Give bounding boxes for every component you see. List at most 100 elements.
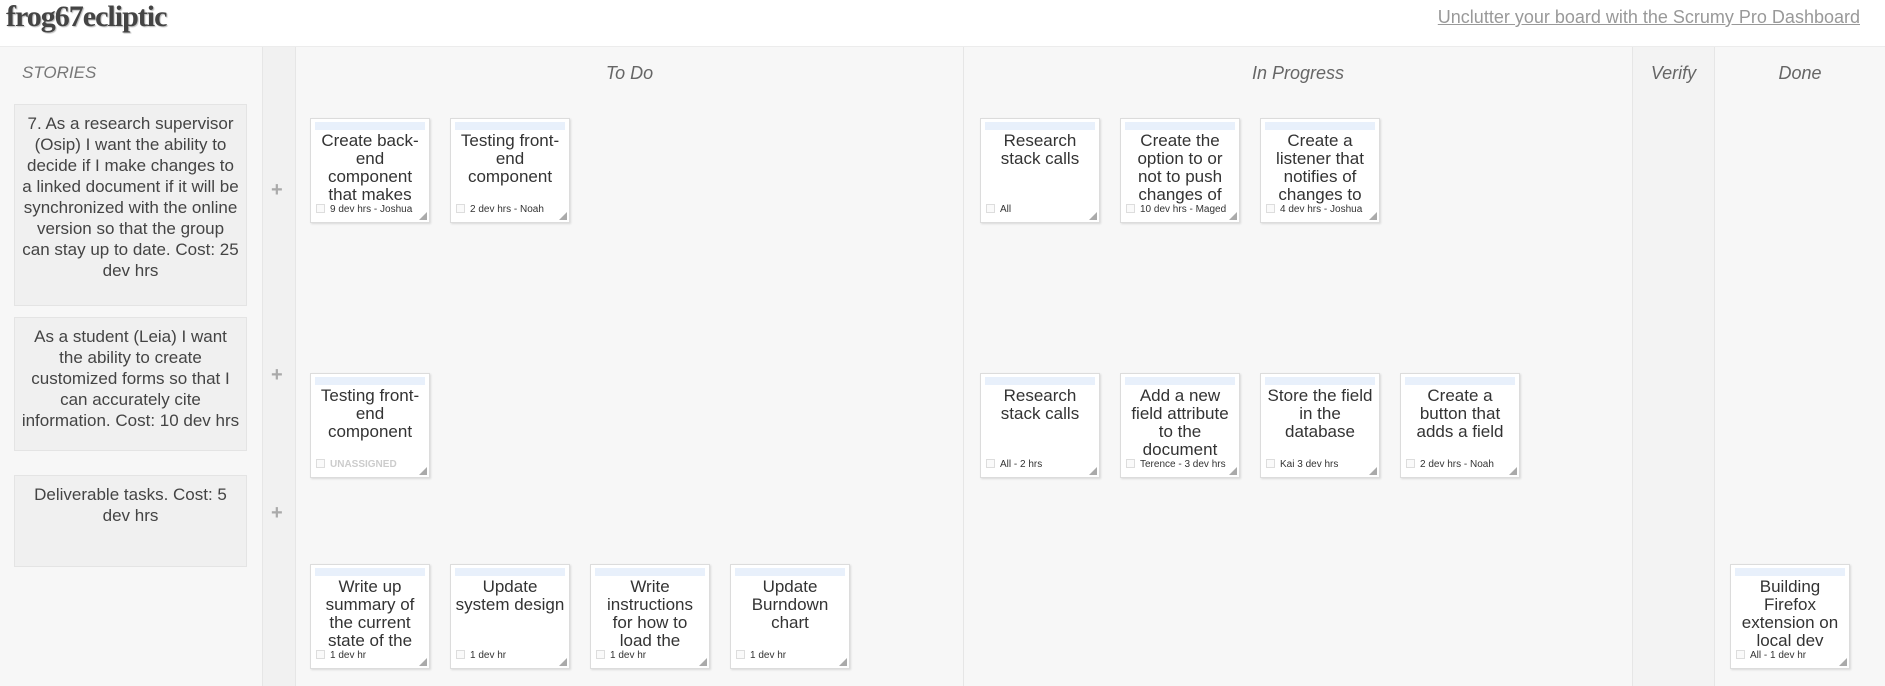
verify-header: Verify bbox=[1650, 63, 1697, 83]
task-assignee[interactable]: All - 1 dev hr bbox=[1750, 646, 1837, 666]
task-title: Write up summary of the current state of… bbox=[325, 578, 415, 650]
task-assignee[interactable]: UNASSIGNED bbox=[330, 455, 417, 475]
resize-grip-icon[interactable] bbox=[699, 658, 707, 666]
task-checkbox[interactable] bbox=[316, 650, 325, 659]
task-card[interactable]: Write instructions for how to load the p… bbox=[590, 564, 710, 669]
in-progress-header: In Progress bbox=[1251, 63, 1345, 83]
task-assignee[interactable]: 4 dev hrs - Joshua bbox=[1280, 200, 1367, 220]
task-card[interactable]: Research stack calls All - 2 hrs bbox=[980, 373, 1100, 478]
task-assignee[interactable]: All - 2 hrs bbox=[1000, 455, 1087, 475]
resize-grip-icon[interactable] bbox=[1089, 467, 1097, 475]
task-assignee[interactable]: 2 dev hrs - Noah bbox=[470, 200, 557, 220]
stories-column: STORIES 7. As a research supervisor (Osi… bbox=[0, 47, 263, 686]
todo-header: To Do bbox=[605, 63, 654, 83]
card-header-strip bbox=[1125, 377, 1235, 385]
task-card[interactable]: Create the option to or not to push chan… bbox=[1120, 118, 1240, 223]
story-text: 7. As a research supervisor (Osip) I wan… bbox=[22, 114, 239, 280]
task-checkbox[interactable] bbox=[1126, 459, 1135, 468]
card-header-strip bbox=[315, 377, 425, 385]
pro-dashboard-link[interactable]: Unclutter your board with the Scrumy Pro… bbox=[1438, 7, 1860, 28]
task-checkbox[interactable] bbox=[1406, 459, 1415, 468]
card-header-strip bbox=[1735, 568, 1845, 576]
task-title: Store the field in the database bbox=[1267, 387, 1373, 441]
resize-grip-icon[interactable] bbox=[419, 658, 427, 666]
task-card[interactable]: Testing front-end component 2 dev hrs - N… bbox=[450, 118, 570, 223]
resize-grip-icon[interactable] bbox=[1089, 212, 1097, 220]
card-header-strip bbox=[1125, 122, 1235, 130]
task-assignee[interactable]: 1 dev hr bbox=[470, 646, 557, 666]
task-checkbox[interactable] bbox=[316, 204, 325, 213]
task-checkbox[interactable] bbox=[456, 204, 465, 213]
task-card[interactable]: Add a new field attribute to the documen… bbox=[1120, 373, 1240, 478]
resize-grip-icon[interactable] bbox=[1509, 467, 1517, 475]
card-header-strip bbox=[1265, 377, 1375, 385]
add-task-button[interactable]: + bbox=[271, 502, 283, 525]
task-assignee[interactable]: Kai 3 dev hrs bbox=[1280, 455, 1367, 475]
task-card[interactable]: Write up summary of the current state of… bbox=[310, 564, 430, 669]
task-card[interactable]: Update Burndown chart 1 dev hr bbox=[730, 564, 850, 669]
task-checkbox[interactable] bbox=[456, 650, 465, 659]
task-checkbox[interactable] bbox=[1736, 650, 1745, 659]
stories-header: STORIES bbox=[22, 63, 97, 82]
task-title: Add a new field attribute to the documen… bbox=[1131, 387, 1229, 459]
task-title: Update system design bbox=[455, 578, 565, 614]
task-assignee[interactable]: All bbox=[1000, 200, 1087, 220]
task-checkbox[interactable] bbox=[1266, 459, 1275, 468]
story-text: Deliverable tasks. Cost: 5 dev hrs bbox=[34, 485, 227, 525]
resize-grip-icon[interactable] bbox=[1229, 467, 1237, 475]
resize-grip-icon[interactable] bbox=[839, 658, 847, 666]
resize-grip-icon[interactable] bbox=[419, 212, 427, 220]
card-header-strip bbox=[985, 122, 1095, 130]
task-checkbox[interactable] bbox=[596, 650, 605, 659]
task-card[interactable]: Create back-end component that makes 9 de… bbox=[310, 118, 430, 223]
task-card[interactable]: Create a button that adds a field 2 dev h… bbox=[1400, 373, 1520, 478]
story-card[interactable]: As a student (Leia) I want the ability t… bbox=[14, 317, 247, 451]
task-card[interactable]: Testing front-end component UNASSIGNED bbox=[310, 373, 430, 478]
task-title: Create a button that adds a field bbox=[1416, 387, 1504, 441]
task-assignee[interactable]: 2 dev hrs - Noah bbox=[1420, 455, 1507, 475]
task-card[interactable]: Create a listener that notifies of chang… bbox=[1260, 118, 1380, 223]
task-assignee[interactable]: 9 dev hrs - Joshua bbox=[330, 200, 417, 220]
task-checkbox[interactable] bbox=[986, 204, 995, 213]
resize-grip-icon[interactable] bbox=[559, 658, 567, 666]
task-checkbox[interactable] bbox=[736, 650, 745, 659]
task-card[interactable]: Research stack calls All bbox=[980, 118, 1100, 223]
resize-grip-icon[interactable] bbox=[1229, 212, 1237, 220]
task-assignee[interactable]: 1 dev hr bbox=[750, 646, 837, 666]
task-checkbox[interactable] bbox=[1266, 204, 1275, 213]
task-title: Create the option to or not to push chan… bbox=[1137, 132, 1223, 204]
add-task-button[interactable]: + bbox=[271, 179, 283, 202]
task-card[interactable]: Update system design 1 dev hr bbox=[450, 564, 570, 669]
task-title: Research stack calls bbox=[1000, 387, 1080, 423]
task-title: Write instructions for how to load the p… bbox=[607, 578, 693, 652]
resize-grip-icon[interactable] bbox=[1839, 658, 1847, 666]
card-header-strip bbox=[595, 568, 705, 576]
task-title: Create a listener that notifies of chang… bbox=[1276, 132, 1364, 204]
resize-grip-icon[interactable] bbox=[1369, 212, 1377, 220]
task-assignee[interactable]: 1 dev hr bbox=[330, 646, 417, 666]
resize-grip-icon[interactable] bbox=[419, 467, 427, 475]
task-checkbox[interactable] bbox=[986, 459, 995, 468]
task-checkbox[interactable] bbox=[316, 459, 325, 468]
task-card[interactable]: Building Firefox extension on local dev A… bbox=[1730, 564, 1850, 669]
add-task-button[interactable]: + bbox=[271, 364, 283, 387]
card-header-strip bbox=[1265, 122, 1375, 130]
scrum-board: STORIES 7. As a research supervisor (Osi… bbox=[0, 47, 1885, 686]
resize-grip-icon[interactable] bbox=[1369, 467, 1377, 475]
task-title: Create back-end component that makes bbox=[321, 132, 419, 204]
board-name[interactable]: frog67ecliptic bbox=[6, 0, 167, 34]
resize-grip-icon[interactable] bbox=[559, 212, 567, 220]
card-header-strip bbox=[985, 377, 1095, 385]
task-assignee[interactable]: Terence - 3 dev hrs bbox=[1140, 455, 1227, 475]
task-title: Research stack calls bbox=[1000, 132, 1080, 168]
task-assignee[interactable]: 1 dev hr bbox=[610, 646, 697, 666]
task-assignee[interactable]: 10 dev hrs - Maged bbox=[1140, 200, 1227, 220]
task-card[interactable]: Store the field in the database Kai 3 dev… bbox=[1260, 373, 1380, 478]
story-card[interactable]: 7. As a research supervisor (Osip) I wan… bbox=[14, 104, 247, 306]
card-header-strip bbox=[315, 122, 425, 130]
task-checkbox[interactable] bbox=[1126, 204, 1135, 213]
card-header-strip bbox=[1405, 377, 1515, 385]
done-header: Done bbox=[1778, 63, 1822, 83]
story-card[interactable]: Deliverable tasks. Cost: 5 dev hrs bbox=[14, 475, 247, 567]
card-header-strip bbox=[735, 568, 845, 576]
